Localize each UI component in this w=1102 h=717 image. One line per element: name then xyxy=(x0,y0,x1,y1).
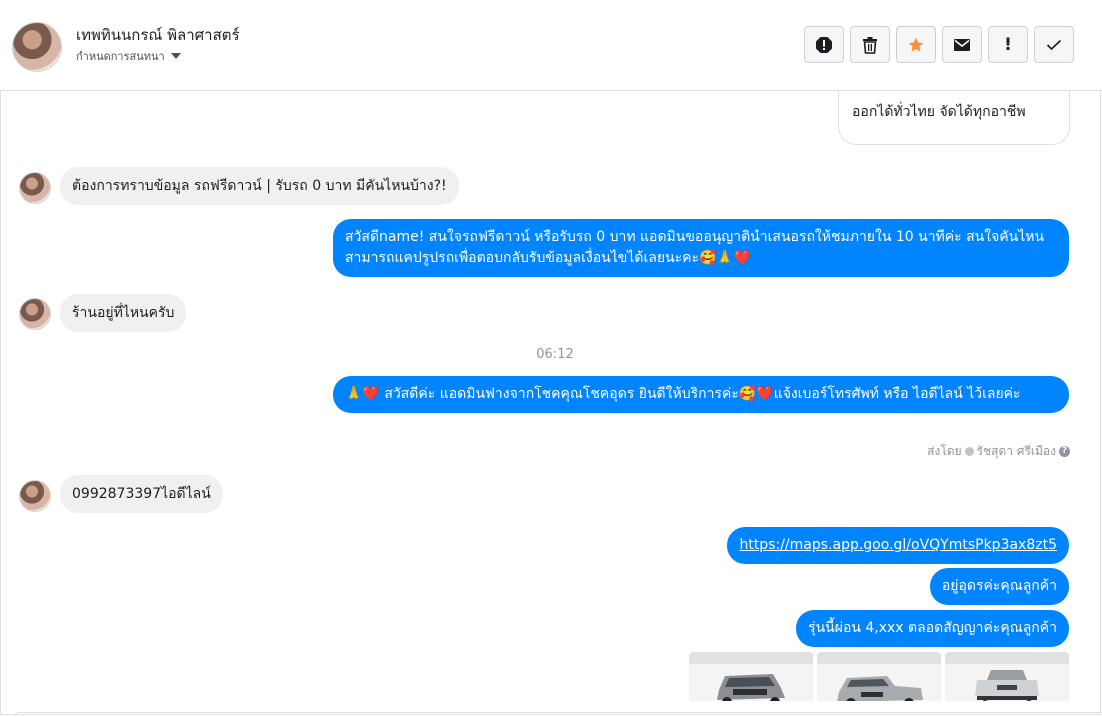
check-icon xyxy=(1046,39,1062,50)
car-photo[interactable] xyxy=(817,652,941,701)
star-icon xyxy=(908,37,924,52)
composer-edge xyxy=(14,712,1102,717)
car-image xyxy=(945,652,1069,701)
mark-unread-button[interactable] xyxy=(942,26,982,63)
image-attachments xyxy=(689,652,1069,701)
message-thread[interactable]: ออกได้ทั่วไทย จัดได้ทุกอาชีพ ต้องการทราบ… xyxy=(0,91,1102,701)
sent-by-label: ส่งโดย xyxy=(927,444,962,458)
car-photo[interactable] xyxy=(689,652,813,701)
message-bubble-outgoing: สวัสดีname! สนใจรถฟรีดาวน์ หรือรับรถ 0 บ… xyxy=(333,219,1069,277)
avatar[interactable] xyxy=(12,22,62,72)
car-image xyxy=(817,652,941,701)
delete-button[interactable] xyxy=(850,26,890,63)
sent-by-line: ส่งโดย รัชสุดา ศรีเมือง ? xyxy=(927,442,1070,461)
avatar xyxy=(19,172,51,204)
car-photo[interactable] xyxy=(945,652,1069,701)
message-bubble-outgoing: อยู่อุดรค่ะคุณลูกค้า xyxy=(929,568,1069,605)
message-text: ออกได้ทั่วไทย จัดได้ทุกอาชีพ xyxy=(852,104,1026,120)
message-bubble-outgoing: https://maps.app.goo.gl/oVQYmtsPkp3ax8zt… xyxy=(727,527,1069,564)
mail-icon xyxy=(954,38,970,51)
message-bubble-incoming: ต้องการทราบข้อมูล รถฟรีดาวน์ | รับรถ 0 บ… xyxy=(60,167,459,205)
contact-name[interactable]: เทพทินนกรณ์ พิลาศาสตร์ xyxy=(76,23,240,47)
avatar xyxy=(19,480,51,512)
conversation-assign-label: กำหนดการสนทนา xyxy=(76,50,165,63)
spam-button[interactable]: ! xyxy=(988,26,1028,63)
caret-down-icon xyxy=(170,53,181,59)
message-timestamp: 06:12 xyxy=(536,347,574,362)
exclamation-icon: ! xyxy=(1004,34,1012,55)
mark-done-button[interactable] xyxy=(1034,26,1074,63)
sender-status-icon xyxy=(964,447,974,456)
help-icon[interactable]: ? xyxy=(1059,446,1070,457)
message-bubble-incoming: 0992873397ไอดีไลน์ xyxy=(60,475,223,513)
message-bubble-outgoing-card: ออกได้ทั่วไทย จัดได้ทุกอาชีพ xyxy=(838,91,1070,145)
sender-name[interactable]: รัชสุดา ศรีเมือง xyxy=(977,442,1056,461)
message-bubble-incoming: ร้านอยู่ที่ไหนครับ xyxy=(60,294,187,332)
message-bubble-outgoing: 🙏❤️ สวัสดีค่ะ แอดมินฟางจากโชคคุณโชคอุดร … xyxy=(333,376,1069,413)
conversation-assign-dropdown[interactable]: กำหนดการสนทนา xyxy=(76,47,181,65)
message-bubble-outgoing: รุ่นนี้ผ่อน 4,xxx ตลอดสัญญาค่ะคุณลูกค้า xyxy=(796,610,1069,647)
car-image xyxy=(689,652,813,701)
avatar xyxy=(19,298,51,330)
report-icon xyxy=(816,36,832,53)
map-link[interactable]: https://maps.app.goo.gl/oVQYmtsPkp3ax8zt… xyxy=(739,537,1057,553)
report-button[interactable] xyxy=(804,26,844,63)
trash-icon xyxy=(863,36,877,54)
conversation-toolbar: ! xyxy=(804,26,1074,63)
star-button[interactable] xyxy=(896,26,936,63)
conversation-header: เทพทินนกรณ์ พิลาศาสตร์ กำหนดการสนทนา ! xyxy=(0,0,1102,91)
